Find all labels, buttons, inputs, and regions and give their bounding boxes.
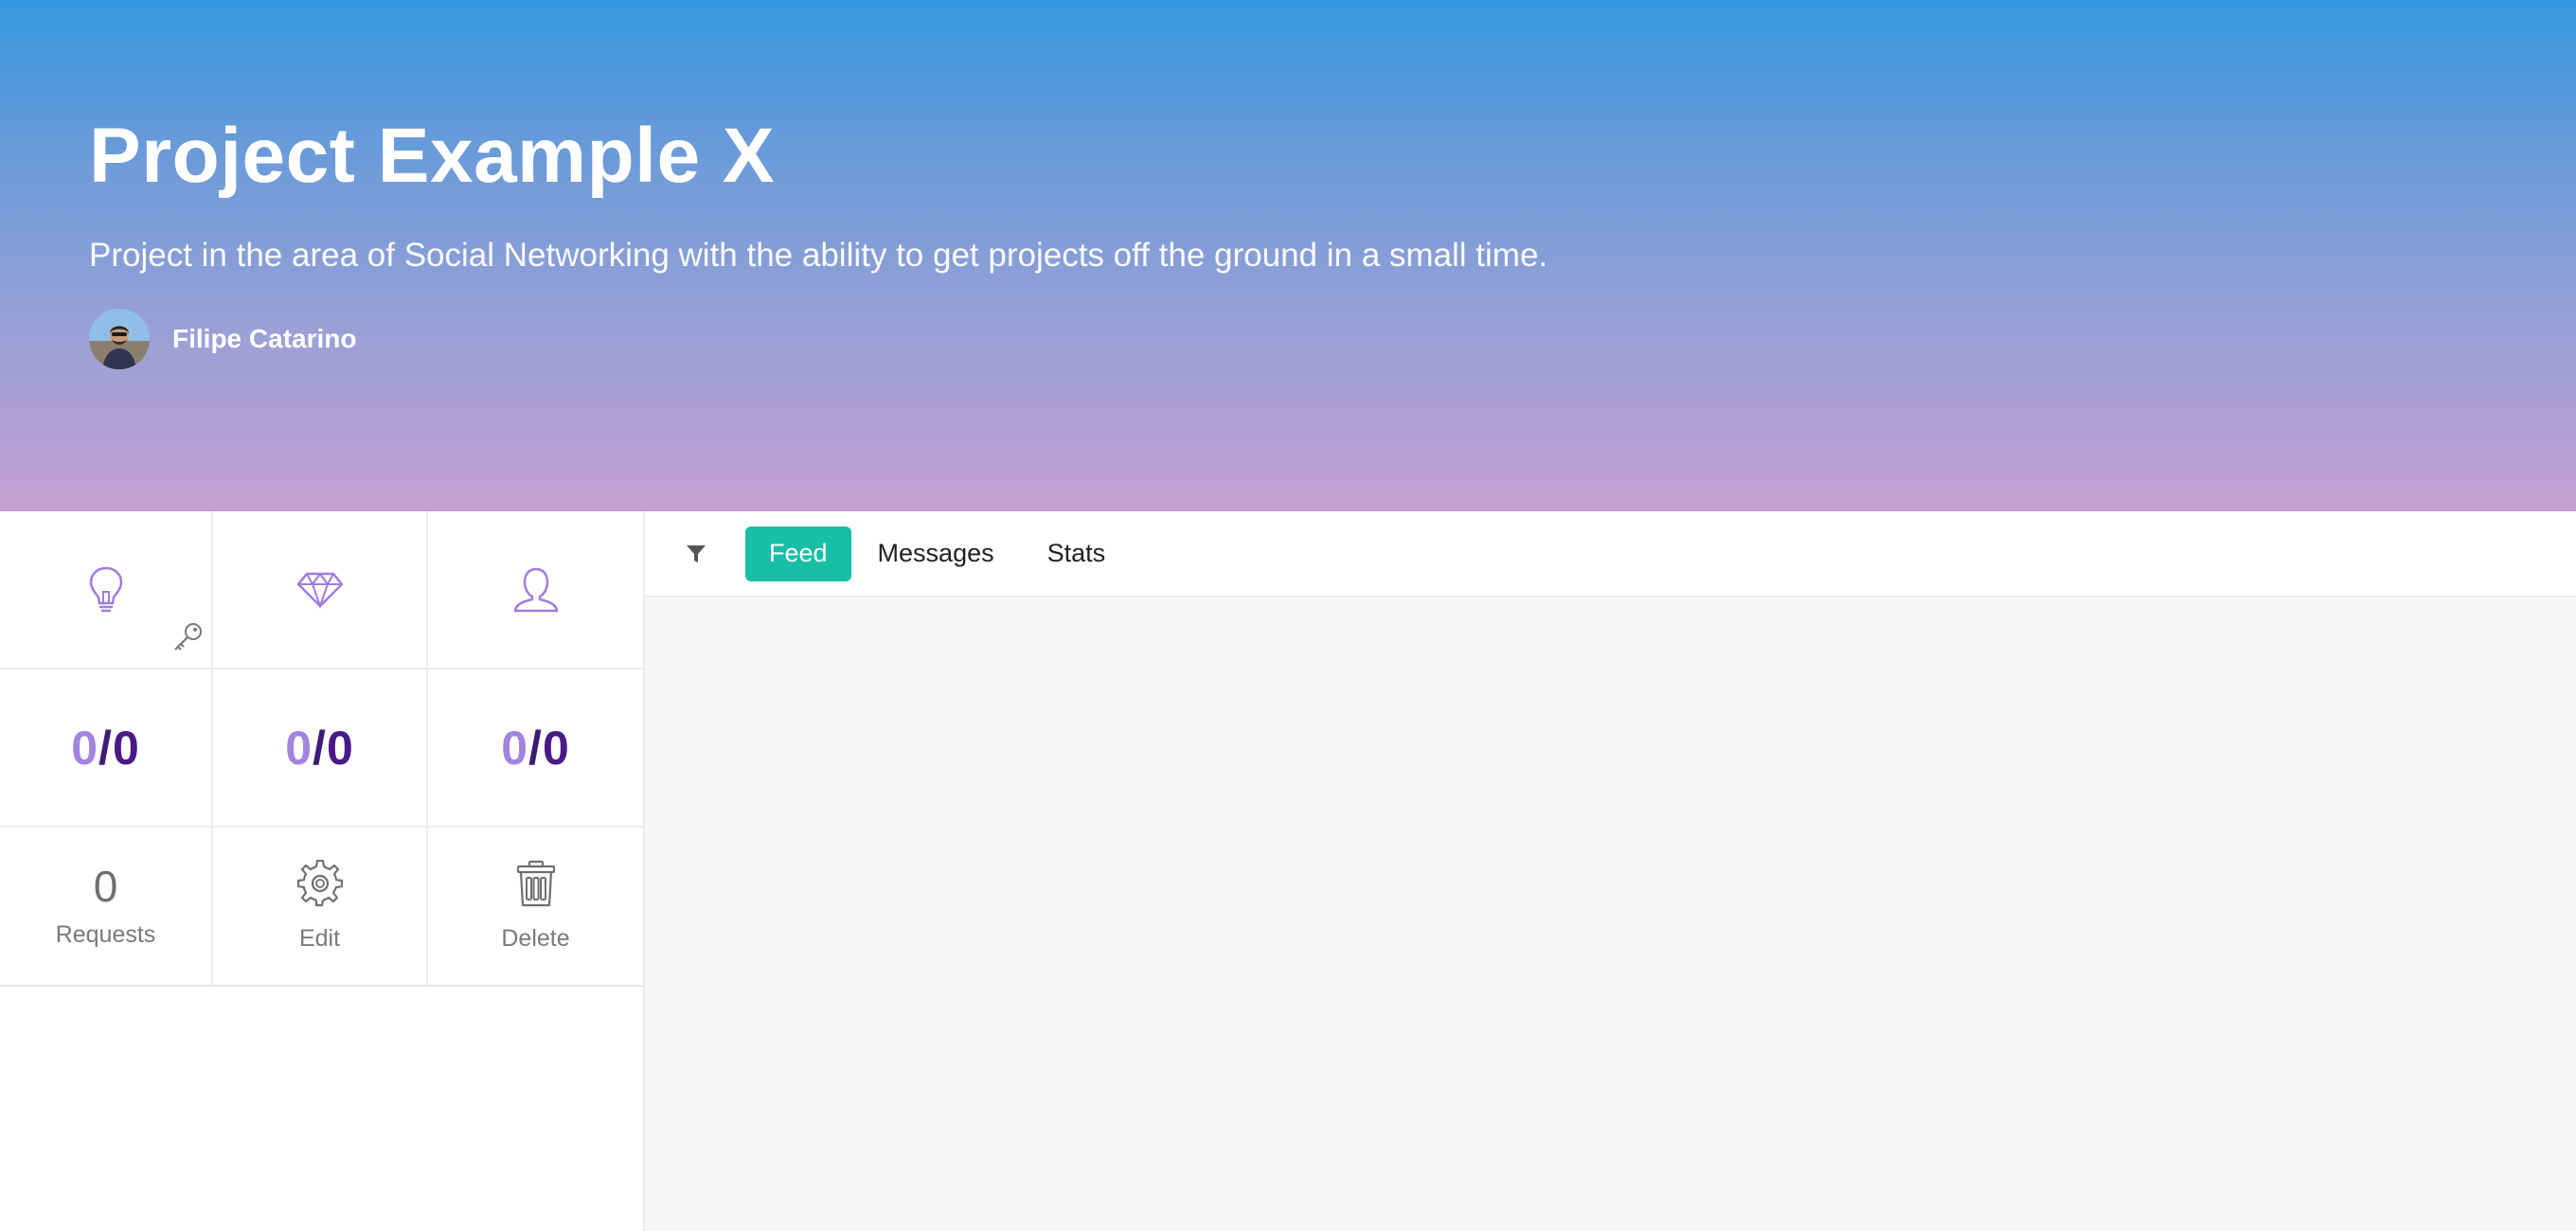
avatar-photo	[89, 309, 150, 369]
ratio-separator: /	[528, 721, 543, 775]
requests-label: Requests	[55, 920, 156, 948]
diamond-icon	[295, 571, 345, 609]
value-total: 0	[326, 721, 354, 775]
project-stats-grid: 0/0 0/0 0/0 0 Requests Edit Delete	[0, 511, 643, 987]
edit-button[interactable]: Edit	[213, 828, 428, 985]
value-ratio: 0/0	[213, 669, 428, 828]
project-author: Filipe Catarino	[89, 309, 356, 369]
filter-icon[interactable]	[681, 539, 711, 569]
project-content: Feed Messages Stats	[645, 511, 2576, 1231]
ratio-separator: /	[313, 721, 327, 775]
key-icon[interactable]	[171, 621, 204, 658]
avatar[interactable]	[89, 309, 150, 369]
delete-label: Delete	[501, 925, 570, 952]
content-tabs: Feed Messages Stats	[645, 511, 2576, 598]
trash-icon	[515, 860, 557, 912]
ideas-ratio: 0/0	[0, 669, 213, 828]
project-sidebar: 0/0 0/0 0/0 0 Requests Edit Delete	[0, 511, 645, 1231]
members-current: 0	[501, 721, 529, 775]
project-title: Project Example X	[89, 113, 776, 199]
project-description: Project in the area of Social Networking…	[89, 237, 1548, 274]
members-cell	[428, 511, 643, 669]
gear-icon	[296, 859, 344, 912]
ideas-total: 0	[112, 721, 140, 775]
ideas-current: 0	[71, 721, 99, 775]
tab-stats[interactable]: Stats	[1021, 526, 1133, 581]
feed-panel	[645, 598, 2576, 1231]
ratio-separator: /	[98, 721, 113, 775]
requests-count: 0	[93, 861, 118, 911]
requests-button[interactable]: 0 Requests	[0, 828, 213, 985]
ideas-cell	[0, 511, 213, 669]
tab-messages[interactable]: Messages	[851, 526, 1021, 581]
tab-feed[interactable]: Feed	[745, 526, 851, 581]
lightbulb-icon	[87, 565, 125, 615]
value-current: 0	[285, 721, 313, 775]
user-icon	[511, 565, 561, 615]
author-name[interactable]: Filipe Catarino	[172, 324, 356, 354]
delete-button[interactable]: Delete	[428, 828, 643, 985]
members-ratio: 0/0	[428, 669, 643, 828]
members-total: 0	[542, 721, 570, 775]
project-header: Project Example X Project in the area of…	[0, 0, 2576, 511]
value-cell	[213, 511, 428, 669]
edit-label: Edit	[298, 925, 341, 952]
